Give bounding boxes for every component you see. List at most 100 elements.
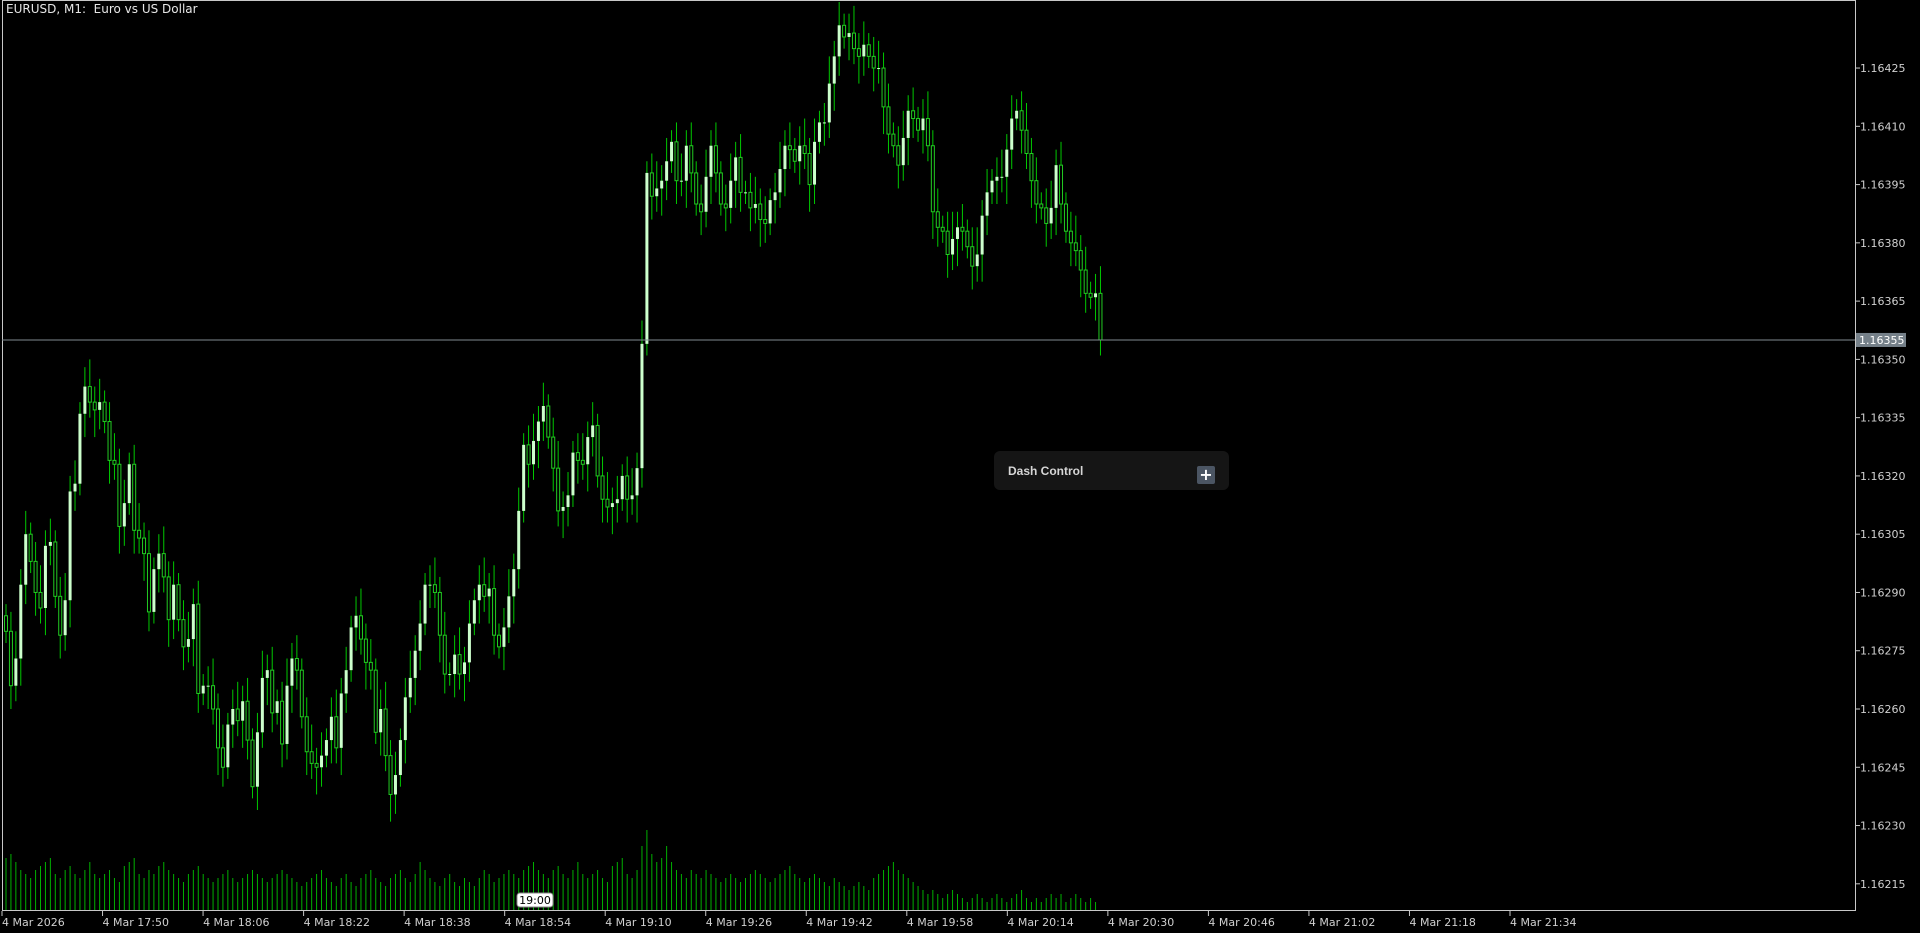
candle[interactable]	[995, 157, 999, 204]
price-chart[interactable]: 1.16425 1.16410 1.16395 1.16380 1.16365 1.163…	[0, 0, 1920, 933]
candle[interactable]	[778, 141, 782, 208]
candle[interactable]	[856, 33, 861, 84]
candle[interactable]	[1029, 137, 1034, 208]
candle[interactable]	[363, 623, 368, 690]
candle[interactable]	[670, 130, 674, 173]
candle[interactable]	[492, 565, 497, 655]
candle[interactable]	[53, 530, 58, 608]
candle[interactable]	[610, 487, 614, 535]
candle[interactable]	[635, 452, 639, 523]
candle[interactable]	[83, 367, 87, 438]
candle[interactable]	[245, 677, 250, 760]
candle[interactable]	[970, 227, 975, 290]
candle[interactable]	[586, 421, 590, 492]
candle[interactable]	[591, 402, 595, 457]
candle[interactable]	[575, 433, 580, 484]
candle[interactable]	[472, 588, 476, 636]
candle[interactable]	[704, 149, 708, 228]
candle[interactable]	[580, 433, 585, 480]
candle[interactable]	[748, 172, 753, 232]
candle[interactable]	[1010, 95, 1014, 170]
candle[interactable]	[871, 36, 876, 92]
candle[interactable]	[58, 576, 63, 659]
candle[interactable]	[78, 402, 82, 496]
candle[interactable]	[837, 2, 841, 76]
candle[interactable]	[699, 184, 704, 236]
candle[interactable]	[1078, 235, 1083, 298]
candle[interactable]	[220, 724, 225, 787]
candle[interactable]	[571, 440, 575, 507]
candle[interactable]	[862, 21, 866, 76]
candle[interactable]	[768, 188, 772, 236]
candle[interactable]	[1059, 141, 1064, 224]
candle[interactable]	[368, 639, 373, 690]
candle[interactable]	[467, 600, 471, 682]
candle[interactable]	[630, 468, 634, 515]
candle[interactable]	[605, 472, 610, 523]
plus-icon[interactable]: +	[1197, 466, 1215, 484]
candle[interactable]	[866, 33, 871, 69]
candle[interactable]	[339, 677, 343, 776]
candle[interactable]	[1034, 157, 1039, 224]
candle[interactable]	[320, 732, 324, 787]
candle[interactable]	[349, 615, 353, 682]
candle[interactable]	[285, 658, 289, 760]
candle[interactable]	[33, 541, 38, 616]
candle[interactable]	[1054, 149, 1058, 236]
candle[interactable]	[117, 448, 122, 554]
candle[interactable]	[901, 110, 905, 181]
candle[interactable]	[1039, 192, 1044, 220]
candle[interactable]	[817, 110, 821, 154]
candle[interactable]	[1088, 281, 1093, 309]
candle[interactable]	[304, 697, 309, 776]
candle[interactable]	[334, 689, 339, 764]
candle[interactable]	[28, 522, 33, 574]
candle[interactable]	[502, 608, 506, 671]
candle[interactable]	[172, 561, 176, 640]
candle[interactable]	[802, 118, 807, 170]
candle[interactable]	[921, 99, 925, 154]
candle[interactable]	[398, 728, 402, 787]
candle[interactable]	[655, 161, 659, 212]
candle[interactable]	[955, 211, 959, 267]
candle[interactable]	[290, 642, 294, 713]
candle[interactable]	[442, 611, 447, 694]
candle[interactable]	[546, 394, 551, 449]
candle[interactable]	[615, 475, 619, 523]
candle[interactable]	[526, 425, 531, 488]
candle[interactable]	[930, 130, 935, 239]
candle[interactable]	[152, 557, 156, 624]
candle[interactable]	[393, 751, 397, 814]
candle[interactable]	[38, 565, 43, 624]
candle[interactable]	[773, 172, 777, 224]
candle[interactable]	[600, 456, 605, 523]
candle[interactable]	[1063, 192, 1068, 243]
candle[interactable]	[280, 681, 285, 768]
candle[interactable]	[8, 611, 13, 709]
candle[interactable]	[231, 689, 235, 748]
candle[interactable]	[906, 95, 910, 166]
candle[interactable]	[1068, 211, 1073, 267]
candle[interactable]	[166, 561, 171, 647]
candle[interactable]	[753, 176, 757, 224]
candle[interactable]	[358, 588, 363, 655]
candle[interactable]	[92, 386, 97, 438]
candle[interactable]	[807, 137, 812, 212]
candle[interactable]	[822, 103, 826, 146]
candle[interactable]	[107, 402, 112, 484]
candle[interactable]	[453, 635, 457, 698]
candle[interactable]	[270, 646, 275, 733]
candle[interactable]	[684, 130, 688, 208]
candle[interactable]	[196, 580, 201, 713]
candle[interactable]	[620, 464, 624, 511]
candle[interactable]	[1024, 103, 1029, 170]
candle[interactable]	[211, 658, 216, 725]
candle[interactable]	[512, 553, 516, 624]
candle[interactable]	[255, 712, 259, 810]
candle[interactable]	[951, 211, 955, 271]
candle[interactable]	[674, 122, 679, 204]
candle[interactable]	[679, 153, 683, 197]
candle[interactable]	[437, 576, 442, 663]
candle[interactable]	[102, 390, 107, 434]
candle[interactable]	[940, 215, 945, 243]
